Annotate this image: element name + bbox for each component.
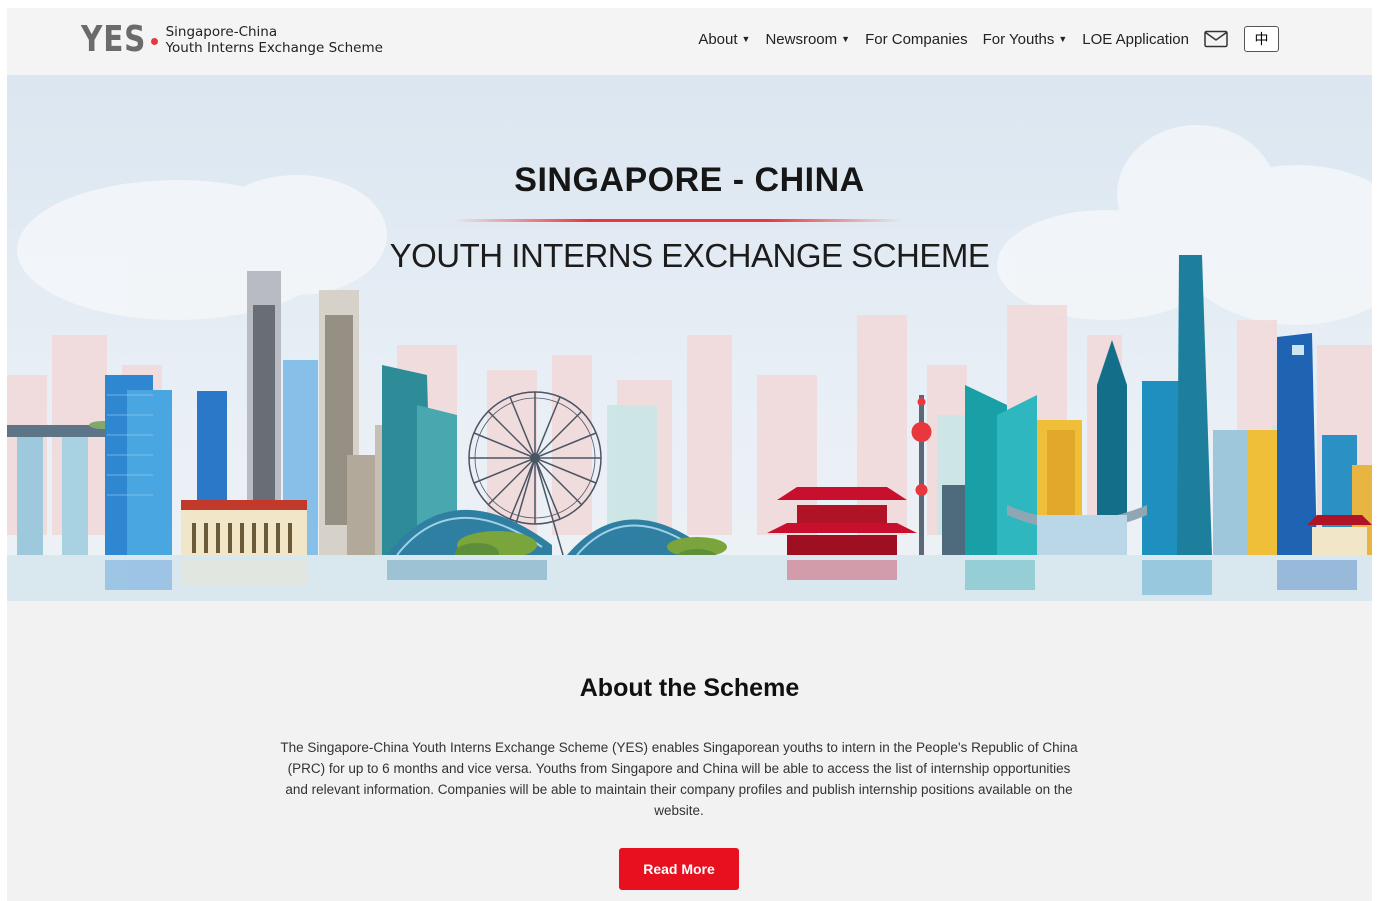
- nav-loe-application-label: LOE Application: [1082, 30, 1189, 48]
- hero-subtitle: YOUTH INTERNS EXCHANGE SCHEME: [389, 237, 990, 274]
- nav-loe-application[interactable]: LOE Application: [1082, 31, 1189, 48]
- page: YES Singapore-China Youth Interns Exchan…: [7, 8, 1372, 901]
- nav-for-companies-label: For Companies: [865, 30, 968, 48]
- hero-divider: [454, 219, 902, 222]
- logo-dot: [150, 37, 158, 45]
- logo-line-2: Youth Interns Exchange Scheme: [165, 40, 383, 56]
- hero-title: SINGAPORE - CHINA: [514, 161, 865, 199]
- caret-down-icon: ▼: [1058, 34, 1068, 44]
- about-description: The Singapore-China Youth Interns Exchan…: [280, 740, 1078, 818]
- nav-newsroom-label: Newsroom: [765, 30, 838, 48]
- read-more-button[interactable]: Read More: [619, 848, 739, 890]
- main-nav: About ▼ Newsroom ▼ For Companies For Youth…: [683, 26, 1279, 52]
- hero-banner: SINGAPORE - CHINA YOUTH INTERNS EXCHANGE…: [7, 75, 1372, 601]
- logo-text: Singapore-China Youth Interns Exchange S…: [166, 24, 383, 56]
- nav-about-label: About: [698, 30, 738, 48]
- site-logo[interactable]: YES Singapore-China Youth Interns Exchan…: [81, 20, 383, 60]
- city-skyline-illustration: [7, 125, 1372, 601]
- nav-newsroom[interactable]: Newsroom ▼: [765, 31, 850, 48]
- logo-line-1: Singapore-China: [165, 24, 278, 40]
- caret-down-icon: ▼: [741, 34, 751, 44]
- language-toggle-button[interactable]: 中: [1244, 26, 1279, 52]
- nav-for-companies[interactable]: For Companies: [865, 31, 968, 48]
- envelope-icon[interactable]: [1204, 30, 1228, 48]
- about-heading: About the Scheme: [579, 674, 800, 702]
- logo-mark: YES: [81, 19, 147, 60]
- nav-for-youths[interactable]: For Youths ▼: [983, 31, 1068, 48]
- nav-about[interactable]: About ▼: [698, 31, 750, 48]
- nav-for-youths-label: For Youths: [982, 30, 1055, 48]
- site-header: YES Singapore-China Youth Interns Exchan…: [7, 8, 1372, 75]
- caret-down-icon: ▼: [841, 34, 851, 44]
